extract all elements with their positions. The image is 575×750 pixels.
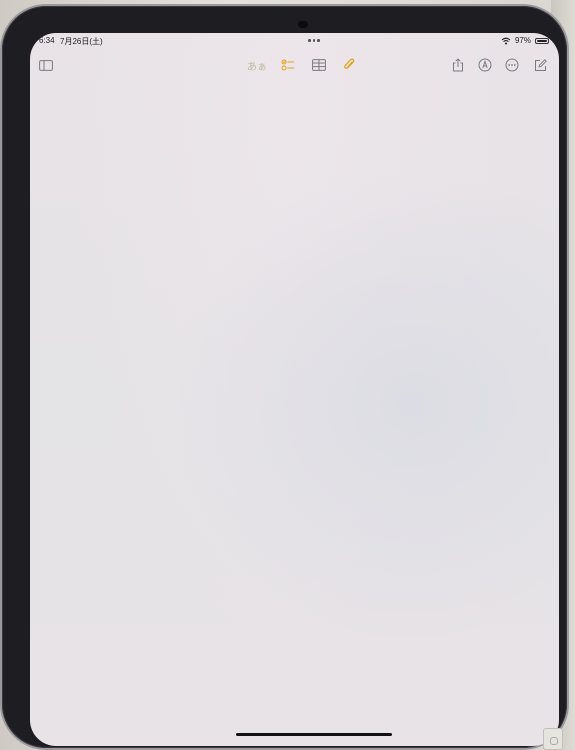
status-bar: 6:34 7月26日(土) 97% [30, 33, 559, 51]
text-format-button[interactable]: あぁ [247, 55, 267, 75]
status-date: 7月26日(土) [60, 37, 103, 46]
table-icon [312, 59, 326, 71]
attachment-button[interactable] [339, 55, 359, 75]
front-camera [298, 21, 308, 28]
notes-toolbar: あぁ [30, 55, 559, 79]
ellipsis-circle-icon [505, 58, 519, 72]
compose-icon [534, 58, 547, 71]
battery-percent: 97% [514, 36, 531, 45]
share-icon [453, 58, 463, 72]
paperclip-icon [344, 58, 355, 69]
status-indicators: 97% [501, 36, 549, 45]
checklist-button[interactable] [278, 55, 298, 75]
table-button[interactable] [309, 55, 329, 75]
battery-icon [535, 37, 549, 44]
wifi-icon [501, 37, 511, 45]
compose-note-button[interactable] [530, 55, 550, 75]
home-indicator[interactable] [236, 733, 392, 736]
status-time: 6:34 [39, 36, 55, 45]
share-button[interactable] [448, 55, 468, 75]
markup-pen-icon [478, 58, 492, 72]
charger-block [543, 728, 563, 750]
ipad-device: 6:34 7月26日(土) 97% あぁ [2, 6, 567, 748]
sidebar-toggle-button[interactable] [36, 55, 56, 75]
markup-button[interactable] [475, 55, 495, 75]
battery-level-fill [537, 39, 547, 42]
notes-screen[interactable]: 6:34 7月26日(土) 97% あぁ [30, 33, 559, 746]
more-options-button[interactable] [502, 55, 522, 75]
sidebar-icon [39, 59, 53, 71]
text-format-label: あぁ [247, 61, 267, 73]
checklist-icon [281, 59, 294, 71]
multitasking-dots-icon[interactable] [308, 39, 320, 42]
